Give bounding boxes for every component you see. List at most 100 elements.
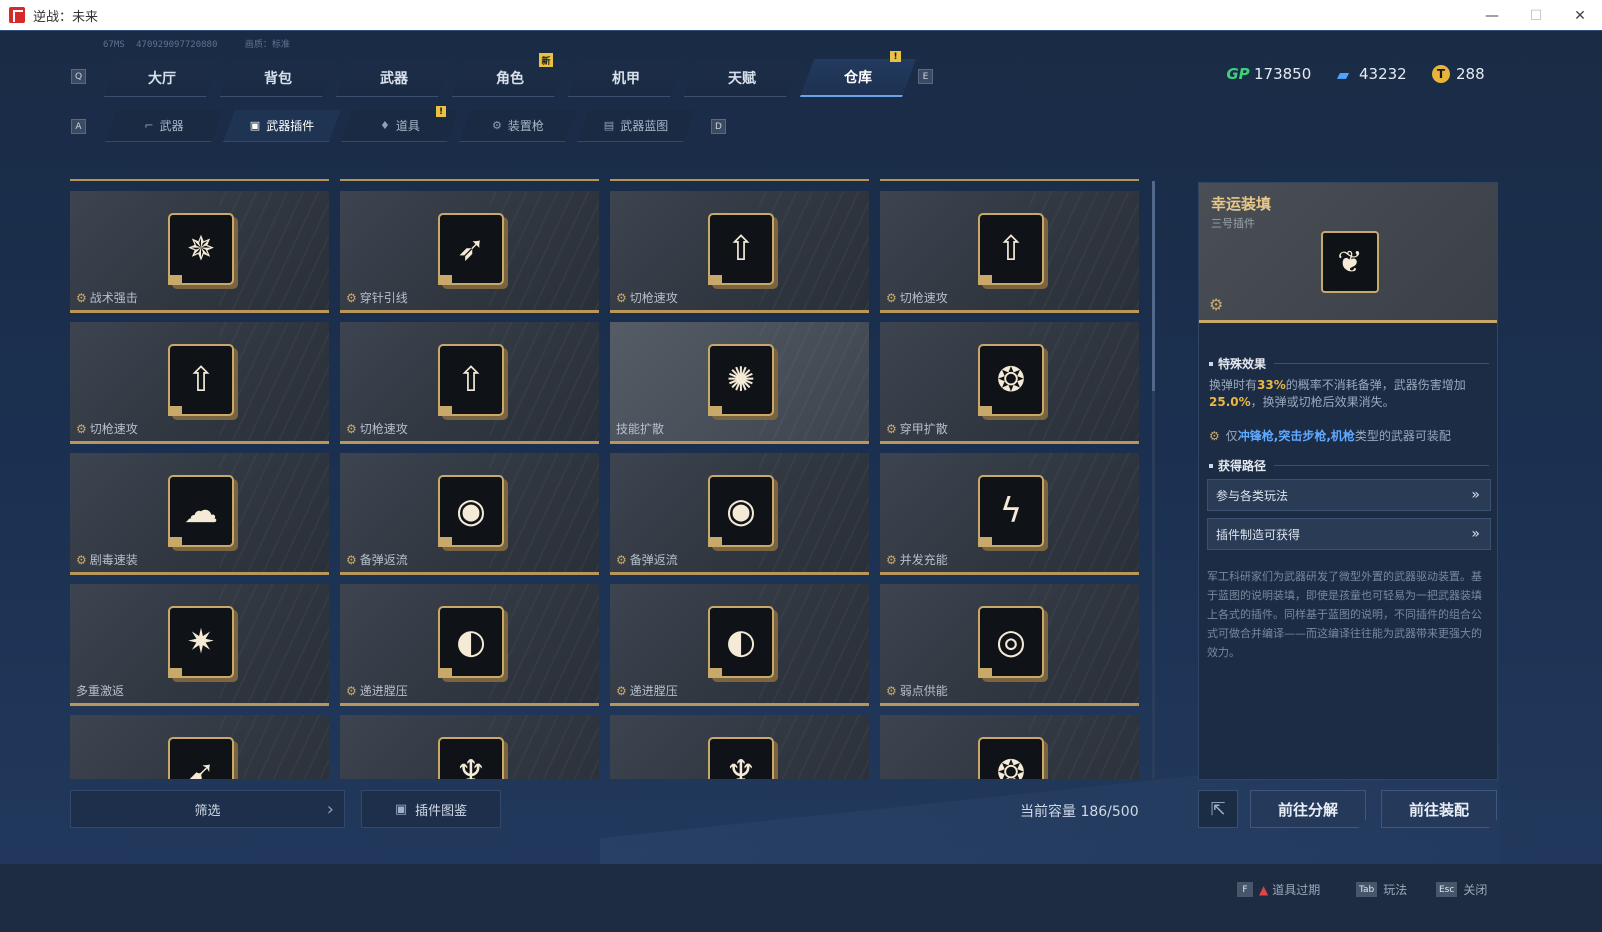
plugin-tier-tab — [708, 537, 722, 547]
minimize-button[interactable]: — — [1470, 0, 1514, 31]
footer-close-label: 关闭 — [1463, 883, 1488, 897]
plugin-card[interactable]: ✺ 技能扩散 — [610, 322, 869, 444]
obtain-route-heading: 获得路径 — [1209, 457, 1490, 474]
tab-warehouse[interactable]: 仓库 — [800, 59, 916, 97]
plugin-card[interactable]: ⇧ ⚙ 切枪速攻 — [610, 191, 869, 313]
gear-icon: ⚙ — [616, 683, 627, 698]
filter-button[interactable]: 筛选 › — [70, 790, 345, 828]
item-icon: ♦ — [380, 119, 390, 132]
subtab-weapon-plugins[interactable]: ▣ 武器插件 — [223, 110, 341, 142]
tab-weapons[interactable]: 武器 — [336, 59, 452, 97]
plugin-tier-tab — [978, 668, 992, 678]
share-button[interactable]: ⇱ — [1198, 790, 1238, 828]
plugin-card[interactable]: ✵ ⚙ 战术强击 — [70, 191, 329, 313]
window-title: 逆战：未来 — [33, 9, 99, 25]
plugin-name: ⚙ 并发充能 — [886, 551, 948, 568]
tab-lobby[interactable]: 大厅 — [104, 59, 220, 97]
grid-column-topline — [880, 179, 1139, 181]
effect-damage: 25.0% — [1209, 395, 1251, 409]
currency-ticket: ▰ 43232 — [1333, 65, 1407, 84]
plugin-card[interactable]: ◎ ⚙ 弱点供能 — [880, 584, 1139, 706]
tab-talent[interactable]: 天赋 — [684, 59, 800, 97]
decompose-button[interactable]: 前往分解 — [1250, 790, 1366, 828]
effect-part-b: 的概率不消耗备弹，武器伤害增加 — [1285, 378, 1466, 392]
connection-meta: 67MS 470929097720880 画质：标准 — [103, 37, 290, 50]
close-window-button[interactable]: ✕ — [1558, 0, 1602, 31]
plugin-card[interactable]: ➹ — [70, 715, 329, 779]
bottom-bar — [0, 864, 1602, 932]
plugin-card[interactable]: ☁ ⚙ 剧毒速装 — [70, 453, 329, 575]
route-gameplay-button[interactable]: 参与各类玩法 » — [1207, 479, 1491, 511]
subtab-weapons[interactable]: ⌐ 武器 — [105, 110, 223, 142]
plugin-tier-tab — [438, 668, 452, 678]
plugin-card[interactable]: ➶ ⚙ 穿针引线 — [340, 191, 599, 313]
plugin-name-text: 递进膛压 — [359, 684, 408, 698]
key-e-hint[interactable]: E — [918, 69, 933, 84]
key-q-hint[interactable]: Q — [71, 69, 86, 84]
plugin-name-text: 切枪速攻 — [359, 422, 408, 436]
game-view: 67MS 470929097720880 画质：标准 Q 大厅 背包 武器 角色… — [0, 31, 1602, 932]
plugin-card[interactable]: ❂ ⚙ 穿甲扩散 — [880, 322, 1139, 444]
plugin-name-text: 穿针引线 — [359, 291, 408, 305]
footer-gameplay-label: 玩法 — [1383, 883, 1408, 897]
plugin-tier-tab — [168, 537, 182, 547]
compat-suffix: 类型的武器可装配 — [1354, 429, 1451, 443]
codex-label: 插件图鉴 — [415, 803, 468, 819]
tab-mecha[interactable]: 机甲 — [568, 59, 684, 97]
plugin-name-text: 备弹返流 — [629, 553, 678, 567]
plugin-card[interactable]: ◐ ⚙ 递进膛压 — [610, 584, 869, 706]
key-d-hint[interactable]: D — [711, 119, 726, 134]
detail-panel: 幸运装填 三号插件 ❦ ⚙ 特殊效果 换弹时有33%的概率不消耗备弹，武器伤害增… — [1198, 182, 1498, 780]
route-crafting-label: 插件制造可获得 — [1216, 527, 1301, 542]
plugin-card[interactable]: ◐ ⚙ 递进膛压 — [340, 584, 599, 706]
route-crafting-button[interactable]: 插件制造可获得 » — [1207, 518, 1491, 550]
footer-expire[interactable]: F ▲ 道具过期 — [1237, 881, 1320, 898]
gear-icon: ⚙ — [1209, 428, 1220, 443]
tab-backpack[interactable]: 背包 — [220, 59, 336, 97]
plugin-codex-button[interactable]: ▣ 插件图鉴 — [361, 790, 501, 828]
subtab-device-gun[interactable]: ⚙ 装置枪 — [459, 110, 577, 142]
gear-icon: ⚙ — [346, 683, 357, 698]
key-a-hint[interactable]: A — [71, 119, 86, 134]
plugin-card[interactable]: ♆ — [610, 715, 869, 779]
gear-icon: ⚙ — [346, 290, 357, 305]
grid-scroll-thumb[interactable] — [1152, 181, 1155, 391]
currency-gp: GP 173850 — [1226, 65, 1311, 83]
subtab-items-label: 道具 — [395, 119, 420, 133]
coin-icon: T — [1432, 65, 1450, 83]
footer-close[interactable]: Esc 关闭 — [1436, 881, 1487, 898]
plugin-description: 军工科研家们为武器研发了微型外置的武器驱动装置。基于蓝图的说明装填，即使是孩童也… — [1207, 570, 1482, 659]
gp-icon: GP — [1226, 65, 1250, 83]
plugin-card[interactable]: ⇧ ⚙ 切枪速攻 — [70, 322, 329, 444]
plugin-card[interactable]: ◉ ⚙ 备弹返流 — [340, 453, 599, 575]
chip-icon: ▣ — [249, 119, 261, 132]
plugin-card[interactable]: ♆ — [340, 715, 599, 779]
gear-icon: ⚙ — [346, 552, 357, 567]
footer-gameplay[interactable]: Tab 玩法 — [1356, 881, 1407, 898]
plugin-card[interactable]: ϟ ⚙ 并发充能 — [880, 453, 1139, 575]
capacity-text: 当前容量 186/500 — [1020, 804, 1139, 820]
plugin-name: ⚙ 弱点供能 — [886, 682, 948, 699]
plugin-name-text: 剧毒速装 — [89, 553, 138, 567]
warning-icon: ▲ — [1259, 882, 1269, 897]
plugin-name: ⚙ 穿甲扩散 — [886, 420, 948, 437]
plugin-card[interactable]: ✷ 多重激返 — [70, 584, 329, 706]
plugin-card[interactable]: ⇧ ⚙ 切枪速攻 — [880, 191, 1139, 313]
equip-button[interactable]: 前往装配 — [1381, 790, 1497, 828]
uid-text: 470929097720880 — [136, 40, 218, 50]
plugin-card[interactable]: ❂ — [880, 715, 1139, 779]
detail-title: 幸运装填 — [1211, 195, 1272, 213]
plugin-card[interactable]: ⇧ ⚙ 切枪速攻 — [340, 322, 599, 444]
plugin-tier-tab — [978, 406, 992, 416]
plugin-name: ⚙ 切枪速攻 — [76, 420, 138, 437]
ticket-value: 43232 — [1359, 65, 1407, 83]
subtab-weapon-blueprint[interactable]: ▤ 武器蓝图 — [577, 110, 695, 142]
maximize-button[interactable]: ☐ — [1514, 0, 1558, 31]
double-chevron-icon: » — [1471, 487, 1480, 503]
plugin-name-text: 弱点供能 — [899, 684, 948, 698]
plugin-tier-tab — [708, 406, 722, 416]
plugin-name: ⚙ 战术强击 — [76, 289, 138, 306]
plugin-card[interactable]: ◉ ⚙ 备弹返流 — [610, 453, 869, 575]
gear-icon: ⚙ — [886, 290, 897, 305]
plugin-grid: ✵ ⚙ 战术强击 ➶ ⚙ 穿针引线 ⇧ ⚙ 切枪速攻 ⇧ ⚙ 切枪速攻 ⇧ ⚙ 切枪速攻 ⇧ ⚙ 切枪速攻 ✺ 技能扩… — [70, 179, 1142, 779]
